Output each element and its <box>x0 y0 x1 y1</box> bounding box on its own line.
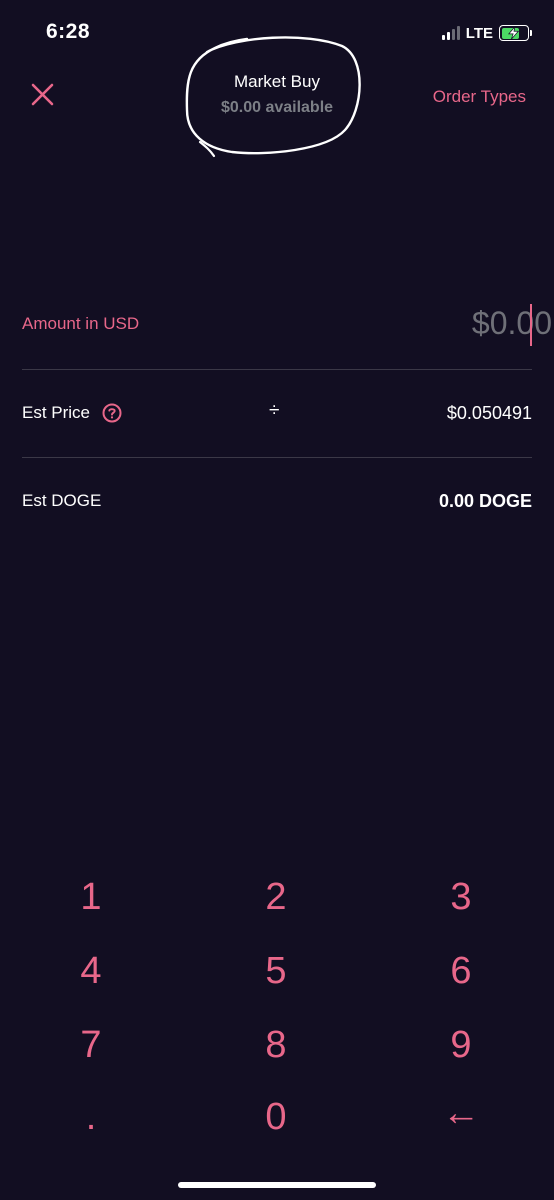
key-decimal[interactable]: . <box>31 1084 151 1150</box>
handdrawn-circle-annotation <box>177 30 377 158</box>
key-6[interactable]: 6 <box>401 938 521 1004</box>
est-price-label: Est Price <box>22 403 91 422</box>
help-icon[interactable] <box>102 403 122 423</box>
key-9[interactable]: 9 <box>401 1012 521 1078</box>
cellular-signal-icon <box>441 26 460 40</box>
key-5[interactable]: 5 <box>216 938 336 1004</box>
key-4[interactable]: 4 <box>31 938 151 1004</box>
est-price-value: $0.050491 <box>446 403 532 423</box>
divider <box>22 457 532 458</box>
network-type: LTE <box>465 24 493 42</box>
key-2[interactable]: 2 <box>216 864 336 930</box>
status-time: 6:28 <box>46 20 91 43</box>
key-1[interactable]: 1 <box>31 864 151 930</box>
est-doge-label: Est DOGE <box>22 491 102 510</box>
battery-tip <box>530 30 532 36</box>
amount-input[interactable] <box>332 305 552 342</box>
status-indicators: LTE <box>441 22 532 44</box>
key-7[interactable]: 7 <box>31 1012 151 1078</box>
backspace-key[interactable]: ← <box>401 1080 521 1146</box>
amount-label: Amount in USD <box>22 314 140 333</box>
circle-scribble-icon <box>185 36 361 158</box>
divider <box>22 369 532 370</box>
divide-icon: ÷ <box>269 400 280 421</box>
est-doge-value: 0.00 DOGE <box>438 491 532 511</box>
battery-charging-icon <box>499 25 529 41</box>
charging-bolt-icon <box>507 26 520 40</box>
key-3[interactable]: 3 <box>401 864 521 930</box>
order-types-button[interactable]: Order Types <box>433 87 526 107</box>
text-cursor <box>530 304 532 346</box>
home-indicator[interactable] <box>178 1182 376 1188</box>
key-8[interactable]: 8 <box>216 1012 336 1078</box>
key-0[interactable]: 0 <box>216 1084 336 1150</box>
